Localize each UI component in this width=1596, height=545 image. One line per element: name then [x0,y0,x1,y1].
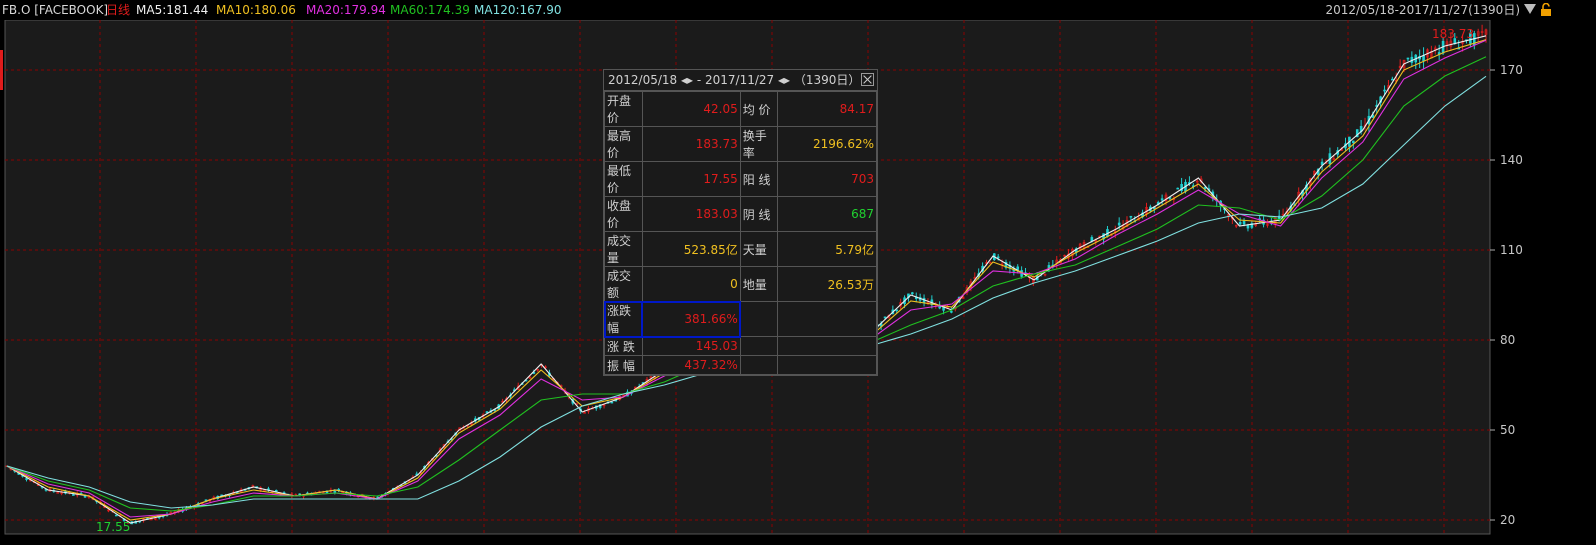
stats-row: 振 幅 437.32% [604,355,877,375]
stats-value: 687 [777,196,877,232]
candle-body [1320,161,1324,165]
stats-key: 最高价 [604,126,643,162]
stats-value: 42.05 [641,91,741,127]
ma20-label: MA20:179.94 [306,3,386,17]
low-price-label: 17.55 [96,520,130,534]
candle-body [883,316,887,319]
stats-key: 阴 线 [739,196,779,232]
stats-value: 523.85亿 [641,231,741,267]
stats-table: 开盘价 42.05 均 价 84.17 最高价 183.73 换手率 2196.62% 最低价 1… [603,91,877,375]
ma10-label: MA10:180.06 [216,3,296,17]
stats-value: 5.79亿 [777,231,877,267]
candle-body [1117,222,1121,226]
ma5-label: MA5:181.44 [136,3,209,17]
y-tick-label: 110 [1500,243,1523,257]
stats-key: 地量 [739,266,779,302]
stats-key: 涨跌幅 [603,300,644,338]
stats-value [777,336,877,356]
candle-body [1242,220,1246,225]
candle-body [610,401,614,404]
stats-value: 183.73 [641,126,741,162]
candle-body [485,411,489,413]
stats-key [739,301,779,337]
y-tick-label: 80 [1500,333,1515,347]
stats-key: 阳 线 [739,161,779,197]
stats-row: 成交量 523.85亿 天量 5.79亿 [604,231,877,267]
ma60-label: MA60:174.39 [390,3,470,17]
candle-body [1391,78,1394,81]
candle-body [114,514,118,517]
candle-body [1406,57,1410,60]
stats-row: 开盘价 42.05 均 价 84.17 [604,91,877,127]
stats-value [777,301,877,337]
stats-value: 84.17 [777,91,877,127]
date-range-label[interactable]: 2012/05/18-2017/11/27(1390日) [1325,0,1520,20]
stats-value: 26.53万 [777,266,877,302]
ma120-label: MA120:167.90 [474,3,562,17]
candle-body [25,478,28,480]
candle-body [1422,55,1425,62]
stats-value: 17.55 [641,161,741,197]
y-tick-label: 50 [1500,423,1515,437]
candle-body [1016,266,1020,270]
candle-body [1238,222,1242,225]
stats-key: 最低价 [604,161,643,197]
stats-row: 收盘价 183.03 阴 线 687 [604,196,877,232]
candle-body [333,491,337,493]
stats-row: 成交额 0 地量 26.53万 [604,266,877,302]
stats-value: 183.03 [641,196,741,232]
stats-value: 703 [777,161,877,197]
y-tick-label: 140 [1500,153,1523,167]
candle-body [1176,187,1180,190]
candle-body [1160,198,1164,201]
stats-key: 收盘价 [604,196,643,232]
candle-body [950,311,953,313]
y-tick-label: 170 [1500,63,1523,77]
stats-header: 2012/05/18 ◂▸ - 2017/11/27 ◂▸ （1390日） [604,70,877,91]
period-label[interactable]: 日线 [106,0,130,20]
left-marker [0,50,3,90]
candle-body [895,309,899,312]
stats-row: 涨跌幅 381.66% [603,300,877,338]
candle-body [1246,225,1250,229]
stats-key: 换手率 [739,126,779,162]
candle-body [1129,215,1133,218]
stats-key: 成交额 [604,266,643,302]
stats-row: 最低价 17.55 阳 线 703 [604,161,877,197]
stats-value: 437.32% [641,355,741,375]
stats-value [777,355,877,375]
stats-panel[interactable]: 2012/05/18 ◂▸ - 2017/11/27 ◂▸ （1390日） 开盘… [603,69,878,376]
stats-value: 2196.62% [777,126,877,162]
candle-body [996,256,1000,259]
symbol-label: FB.O [FACEBOOK] [2,3,109,17]
lock-icon[interactable] [1540,3,1552,16]
stats-value: 145.03 [641,336,741,356]
stats-row: 涨 跌 145.03 [604,336,877,356]
stats-value: 381.66% [641,300,742,338]
stats-key: 开盘价 [604,91,643,127]
stats-key: 振 幅 [604,355,643,375]
candle-body [1383,89,1386,92]
chart-header: FB.O [FACEBOOK] 日线 MA5:181.44 MA10:180.0… [0,0,1596,20]
dropdown-arrow-icon[interactable] [1524,4,1536,14]
stats-key: 均 价 [739,91,779,127]
stats-key [739,355,779,375]
stats-key: 成交量 [604,231,643,267]
y-tick-label: 20 [1500,513,1515,527]
stats-key [739,336,779,356]
high-price-label: 183.73 [1432,27,1474,41]
candle-body [911,292,914,295]
stats-key: 天量 [739,231,779,267]
stats-row: 最高价 183.73 换手率 2196.62% [604,126,877,162]
candle-body [72,494,75,496]
candle-body [1352,140,1355,143]
stats-title: 2012/05/18 ◂▸ - 2017/11/27 ◂▸ （1390日） [608,73,861,87]
stats-key: 涨 跌 [604,336,643,356]
close-icon[interactable] [861,73,874,86]
stats-value: 0 [641,266,741,302]
